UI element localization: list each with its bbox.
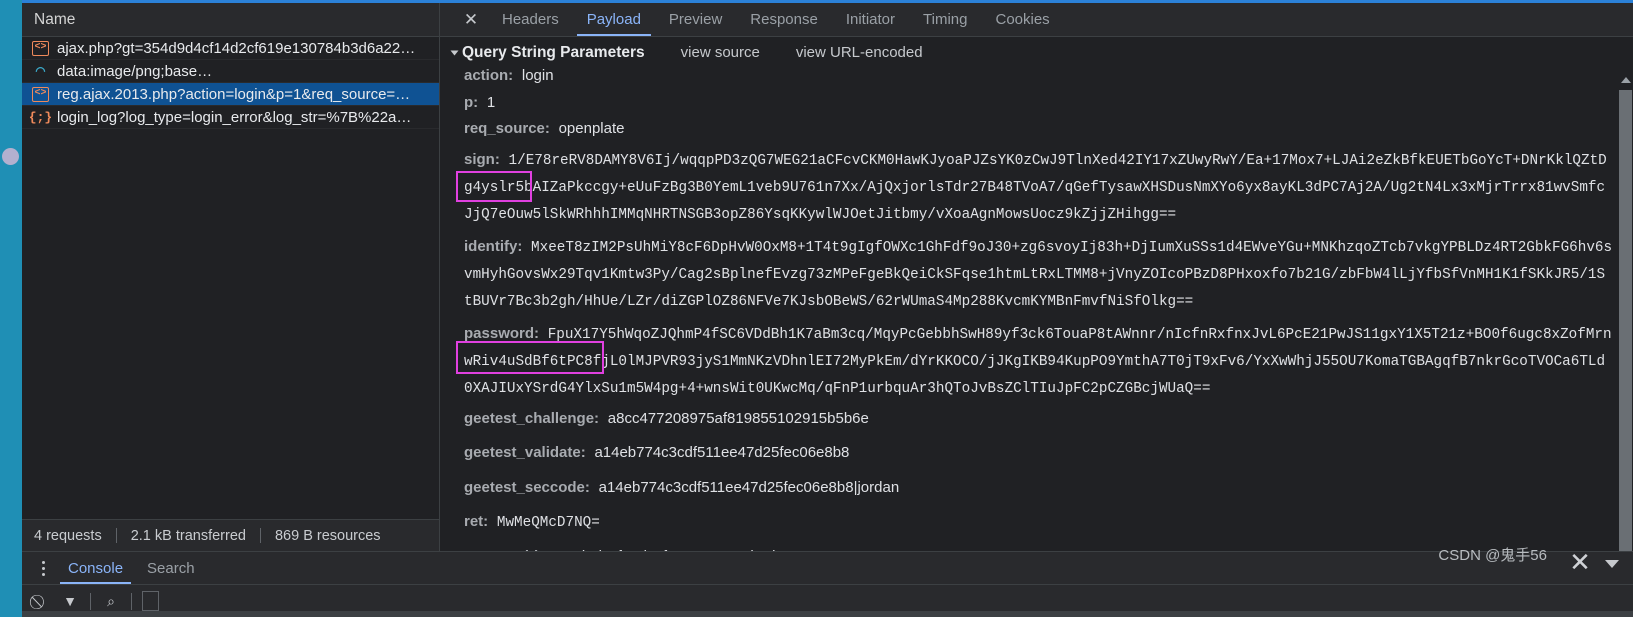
- tab-timing[interactable]: Timing: [909, 3, 981, 36]
- param-value: 1: [486, 93, 496, 111]
- param-value: a14eb774c3cdf511ee47d25fec06e8b8: [594, 444, 850, 461]
- param-value: a8cc477208975af819855102915b5b6e: [607, 409, 869, 427]
- param-action[interactable]: action: login: [440, 68, 1633, 85]
- payload-content: Query String Parameters view source view…: [440, 37, 1633, 551]
- requests-count: 4 requests: [34, 527, 102, 544]
- context-selector[interactable]: [142, 591, 160, 611]
- view-source-link[interactable]: view source: [681, 44, 760, 61]
- more-options-icon[interactable]: [30, 555, 56, 581]
- close-detail-icon[interactable]: ✕: [454, 3, 488, 36]
- spinner-icon: ◠: [35, 63, 46, 81]
- param-geetest-seccode[interactable]: geetest_seccode: a14eb774c3cdf511ee47d25…: [440, 480, 1633, 497]
- request-list-header: Name: [22, 3, 439, 37]
- page-scroll-dot: [2, 148, 19, 165]
- request-row-login-log[interactable]: {;} login_log?log_type=login_error&log_s…: [22, 106, 439, 129]
- section-title: Query String Parameters: [462, 43, 645, 61]
- param-value: MwMeQMcD7NQ=: [496, 515, 600, 531]
- window-bottom-strip: [22, 611, 1633, 617]
- scrollbar-thumb[interactable]: [1619, 90, 1632, 551]
- request-name-label: reg.ajax.2013.php?action=login&p=1&req_s…: [57, 85, 411, 103]
- status-divider: [115, 528, 117, 543]
- tab-payload[interactable]: Payload: [573, 3, 655, 36]
- browser-left-edge: [0, 0, 22, 617]
- request-name-label: ajax.php?gt=354d9d4cf14d2cf619e130784b3d…: [57, 39, 416, 57]
- request-name-label: login_log?log_type=login_error&log_str=%…: [57, 108, 412, 126]
- payload-scrollbar[interactable]: [1618, 72, 1633, 551]
- param-geetest-challenge[interactable]: geetest_challenge: a8cc477208975af819855…: [440, 411, 1633, 428]
- code-brackets-icon: <>: [32, 40, 49, 56]
- tab-response[interactable]: Response: [736, 3, 832, 36]
- tab-initiator[interactable]: Initiator: [832, 3, 909, 36]
- param-name: p:: [464, 93, 479, 111]
- request-list[interactable]: <> ajax.php?gt=354d9d4cf14d2cf619e130784…: [22, 37, 439, 519]
- param-value: FpuX17Y5hWqoZJQhmP4fSC6VDdBh1K7aBm3cq/Mq…: [464, 326, 1612, 397]
- search-icon[interactable]: ⌕: [101, 590, 121, 612]
- param-password[interactable]: password: FpuX17Y5hWqoZJQhmP4fSC6VDdBh1K…: [440, 322, 1633, 403]
- network-request-panel: Name <> ajax.php?gt=354d9d4cf14d2cf619e1…: [22, 3, 440, 551]
- close-window-icon[interactable]: ✕: [1563, 545, 1597, 579]
- network-status-bar: 4 requests 2.1 kB transferred 869 B reso…: [22, 519, 439, 551]
- request-detail-panel: ✕ Headers Payload Preview Response Initi…: [440, 3, 1633, 551]
- transferred-size: 2.1 kB transferred: [130, 527, 246, 544]
- param-value: openplate: [558, 120, 625, 137]
- tab-cookies[interactable]: Cookies: [981, 3, 1063, 36]
- parameter-list: action: login p: 1 req_source: openplate…: [440, 68, 1633, 551]
- request-row-data-image[interactable]: ◠ data:image/png;base…: [22, 60, 439, 83]
- toolbar-divider: [131, 592, 132, 610]
- param-value: login: [521, 67, 554, 84]
- devtools-panels: Name <> ajax.php?gt=354d9d4cf14d2cf619e1…: [22, 3, 1633, 551]
- request-row-ajax-php[interactable]: <> ajax.php?gt=354d9d4cf14d2cf619e130784…: [22, 37, 439, 60]
- scroll-up-arrow-icon[interactable]: [1618, 72, 1633, 88]
- param-name: password:: [464, 324, 540, 342]
- status-divider: [259, 528, 261, 543]
- param-value: a14eb774c3cdf511ee47d25fec06e8b8|jordan: [598, 478, 900, 496]
- request-row-reg-ajax-login[interactable]: <> reg.ajax.2013.php?action=login&p=1&re…: [22, 83, 439, 106]
- param-req-source[interactable]: req_source: openplate: [440, 121, 1633, 138]
- filter-icon[interactable]: ▼: [60, 590, 80, 612]
- drawer-tab-console[interactable]: Console: [56, 552, 135, 584]
- column-header-name: Name: [34, 10, 76, 28]
- tab-headers[interactable]: Headers: [488, 3, 573, 36]
- devtools-window: Name <> ajax.php?gt=354d9d4cf14d2cf619e1…: [0, 0, 1633, 617]
- detail-tabbar: ✕ Headers Payload Preview Response Initi…: [440, 3, 1633, 37]
- collapse-drawer-icon[interactable]: [1605, 560, 1619, 568]
- query-string-section-header[interactable]: Query String Parameters view source view…: [440, 37, 1633, 68]
- resources-size: 869 B resources: [274, 527, 381, 544]
- view-url-encoded-link[interactable]: view URL-encoded: [796, 44, 923, 61]
- param-name: action:: [464, 67, 514, 84]
- param-geetest-validate[interactable]: geetest_validate: a14eb774c3cdf511ee47d2…: [440, 445, 1633, 462]
- param-name: identify:: [464, 237, 523, 255]
- drawer-tabbar: Console Search: [22, 552, 1633, 584]
- param-name: req_source:: [464, 120, 550, 137]
- json-braces-icon: {;}: [28, 109, 53, 125]
- param-identify[interactable]: identify: MxeeT8zIM2PsUhMiY8cF6DpHvW0OxM…: [440, 235, 1633, 316]
- request-name-label: data:image/png;base…: [57, 62, 213, 80]
- param-sign[interactable]: sign: 1/E78reRV8DAMY8V6Ij/wqqpPD3zQG7WEG…: [440, 148, 1633, 229]
- param-name: ret:: [464, 513, 489, 530]
- param-ret[interactable]: ret: MwMeQMcD7NQ=: [440, 514, 1633, 531]
- toolbar-divider: [90, 592, 91, 610]
- code-brackets-icon: <>: [32, 86, 49, 102]
- param-value: 1/E78reRV8DAMY8V6Ij/wqqpPD3zQG7WEG21aCFc…: [464, 152, 1607, 223]
- chevron-down-icon[interactable]: [450, 50, 459, 55]
- param-name: geetest_validate:: [464, 444, 586, 461]
- drawer-tab-search[interactable]: Search: [135, 552, 207, 584]
- param-p[interactable]: p: 1: [440, 95, 1633, 112]
- clear-console-icon[interactable]: ⃠: [30, 590, 50, 612]
- tab-preview[interactable]: Preview: [655, 3, 736, 36]
- browser-top-border: [22, 0, 1633, 3]
- param-name: geetest_challenge:: [464, 409, 600, 427]
- param-name: geetest_seccode:: [464, 478, 590, 496]
- param-name: sign:: [464, 150, 500, 168]
- param-value: MxeeT8zIM2PsUhMiY8cF6DpHvW0OxM8+1T4t9gIg…: [464, 239, 1613, 310]
- console-drawer: Console Search ⃠ ▼ ⌕: [22, 551, 1633, 617]
